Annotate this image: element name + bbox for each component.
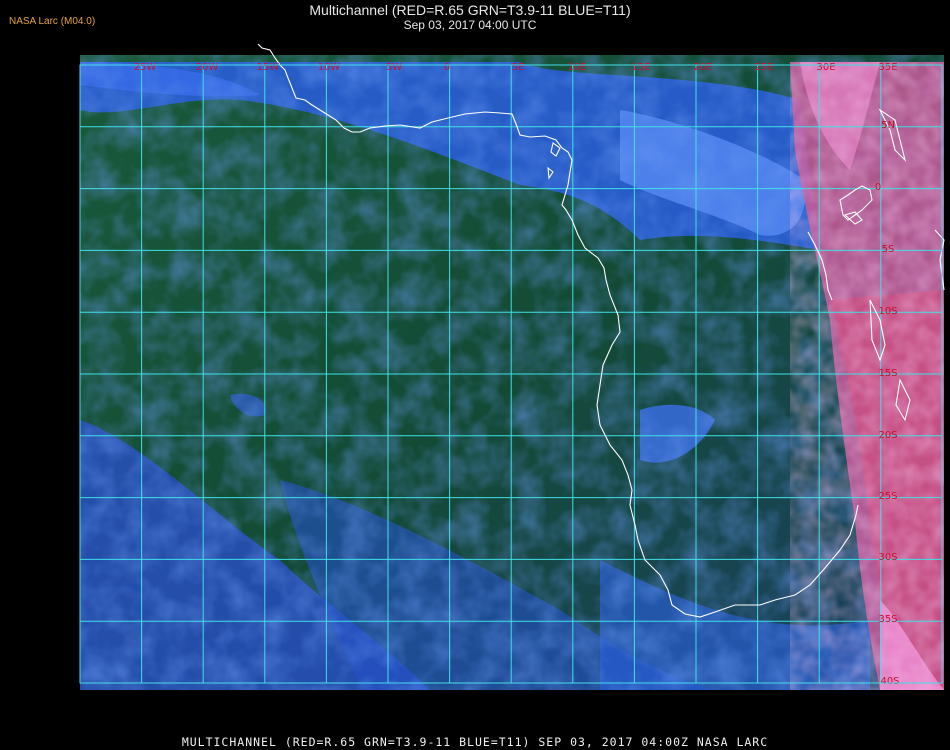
satellite-map: 25W 20W 15W 10W 5W 0 5E 10E 15E 20E 25E 30E 35E 5N 0 5… [79,43,945,728]
longitude-label: 30E [816,62,835,73]
land-layer [790,62,944,690]
longitude-label: 20E [693,62,712,73]
longitude-label: 10E [567,62,586,73]
latitude-label: 40S [880,676,899,687]
latitude-label: 20S [878,430,897,441]
longitude-label: 15W [257,62,280,73]
latitude-label: 35S [878,614,897,625]
latitude-label: 0 [875,182,881,193]
latitude-label: 25S [878,491,897,502]
longitude-label: 20W [196,62,219,73]
longitude-label: 10W [318,62,341,73]
longitude-label: 0 [444,62,450,73]
longitude-label: 25W [134,62,157,73]
longitude-label: 15E [631,62,650,73]
longitude-label: 25E [754,62,773,73]
latitude-label: 10S [878,306,897,317]
latitude-label: 5S [882,244,895,255]
latitude-label: 5N [881,120,895,131]
longitude-label: 5W [386,62,402,73]
latitude-label: 30S [878,552,897,563]
latitude-label: 15S [878,368,897,379]
footer-caption: MULTICHANNEL (RED=R.65 GRN=T3.9-11 BLUE=… [181,735,769,749]
longitude-label: 5E [512,62,525,73]
longitude-label: 35E [878,62,897,73]
